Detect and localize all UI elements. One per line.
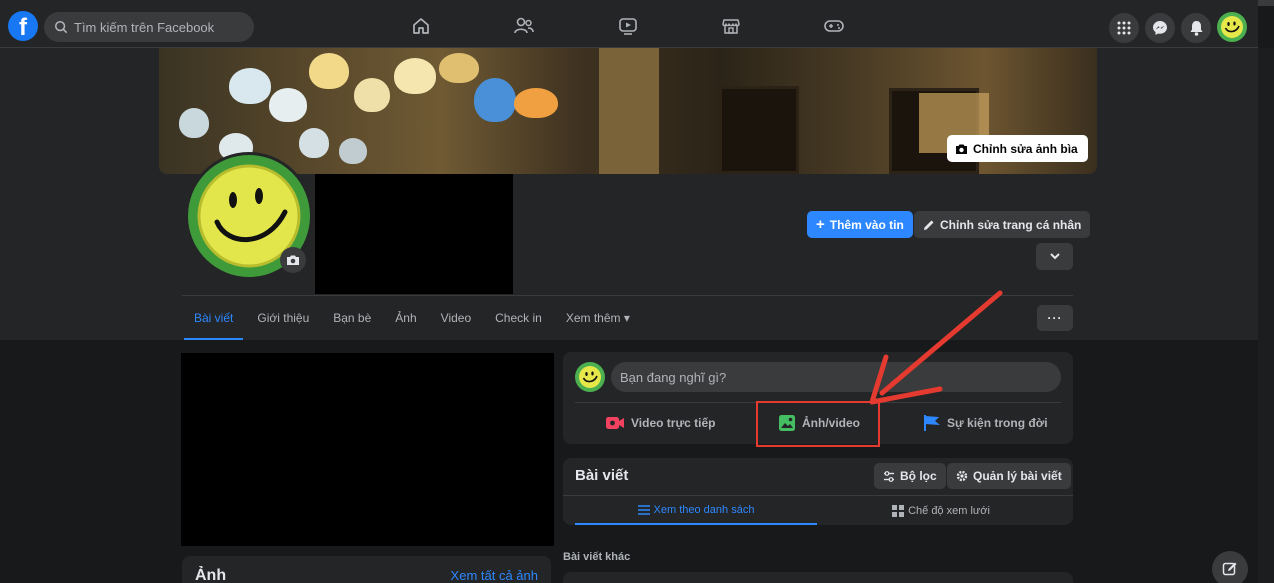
smiley-avatar-icon xyxy=(579,366,601,388)
photos-card-title: Ảnh xyxy=(195,567,227,583)
profile-tabs: Bài viết Giới thiệu Bạn bè Ảnh Video Che… xyxy=(182,296,642,340)
marketplace-icon[interactable] xyxy=(719,14,743,38)
more-options-button[interactable]: ··· xyxy=(1037,305,1073,331)
wall-light xyxy=(599,48,659,174)
menu-grid-icon[interactable] xyxy=(1109,13,1139,43)
tab-about[interactable]: Giới thiệu xyxy=(245,296,321,340)
tab-posts[interactable]: Bài viết xyxy=(182,296,245,340)
grid-view-label: Chế độ xem lưới xyxy=(908,504,990,517)
pencil-icon xyxy=(924,220,934,230)
edit-cover-label: Chỉnh sửa ảnh bìa xyxy=(973,141,1078,156)
filter-button[interactable]: Bộ lọc xyxy=(874,463,946,489)
other-posts-heading: Bài viết khác xyxy=(563,551,631,563)
account-avatar[interactable] xyxy=(1217,12,1247,42)
plus-icon: + xyxy=(816,216,825,233)
ellipsis-icon: ··· xyxy=(1047,311,1063,325)
lantern xyxy=(269,88,307,122)
edit-cover-photo-button[interactable]: Chỉnh sửa ảnh bìa xyxy=(947,135,1088,162)
watch-icon[interactable] xyxy=(616,14,640,38)
lantern xyxy=(339,138,367,164)
lantern xyxy=(229,68,271,104)
home-icon[interactable] xyxy=(409,14,433,38)
posts-section: Bài viết Bộ lọc Quản lý bài viết Xem the… xyxy=(563,458,1073,525)
camera-icon xyxy=(287,255,299,265)
notifications-icon[interactable] xyxy=(1181,13,1211,43)
friends-icon[interactable] xyxy=(512,14,536,38)
list-view-tab[interactable]: Xem theo danh sách xyxy=(575,496,817,525)
lantern xyxy=(179,108,209,138)
life-event-button[interactable]: Sự kiện trong đời xyxy=(923,408,1048,438)
grid-view-tab[interactable]: Chế độ xem lưới xyxy=(821,496,1061,525)
list-icon xyxy=(637,504,650,515)
camera-icon xyxy=(956,144,967,154)
live-video-icon xyxy=(606,417,624,429)
lantern xyxy=(514,88,558,118)
new-message-button[interactable] xyxy=(1212,551,1248,583)
live-video-button[interactable]: Video trực tiếp xyxy=(605,408,716,438)
other-posts-card xyxy=(563,572,1073,583)
filter-sliders-icon xyxy=(884,470,894,482)
annotation-arrow-icon xyxy=(869,290,1003,405)
list-view-label: Xem theo danh sách xyxy=(653,503,755,516)
facebook-logo[interactable]: f xyxy=(8,11,38,41)
search-icon xyxy=(54,20,68,34)
manage-posts-button[interactable]: Quản lý bài viết xyxy=(947,463,1071,489)
grid-icon xyxy=(892,504,905,517)
lantern xyxy=(474,78,516,122)
add-to-story-button[interactable]: + Thêm vào tin xyxy=(807,211,913,238)
photos-card: Ảnh Xem tất cả ảnh xyxy=(182,556,551,583)
scrollbar-track[interactable] xyxy=(1258,48,1274,583)
lantern xyxy=(439,53,479,83)
edit-profile-label: Chỉnh sửa trang cá nhân xyxy=(940,217,1082,232)
profile-options-dropdown[interactable] xyxy=(1036,243,1073,270)
tab-photos[interactable]: Ảnh xyxy=(383,296,428,340)
top-navigation-bar: f xyxy=(0,0,1258,48)
lantern xyxy=(299,128,329,158)
add-to-story-label: Thêm vào tin xyxy=(829,217,904,232)
posts-section-title: Bài viết xyxy=(575,467,629,484)
manage-posts-label: Quản lý bài viết xyxy=(973,469,1062,483)
compose-icon xyxy=(1222,562,1237,576)
see-all-photos-link[interactable]: Xem tất cả ảnh xyxy=(451,568,538,583)
lantern xyxy=(394,58,436,94)
search-bar[interactable] xyxy=(44,12,254,42)
smiley-avatar-icon xyxy=(1221,16,1243,38)
life-event-label: Sự kiện trong đời xyxy=(947,416,1048,430)
composer-avatar[interactable] xyxy=(575,362,605,392)
gear-icon xyxy=(956,470,968,482)
redacted-profile-name xyxy=(315,174,513,294)
filter-label: Bộ lọc xyxy=(900,469,937,483)
edit-profile-button[interactable]: Chỉnh sửa trang cá nhân xyxy=(914,211,1091,238)
live-video-label: Video trực tiếp xyxy=(631,416,716,430)
update-profile-picture-button[interactable] xyxy=(280,247,306,273)
tab-videos[interactable]: Video xyxy=(429,296,483,340)
lantern xyxy=(354,78,390,112)
tab-see-more[interactable]: Xem thêm ▾ xyxy=(554,296,642,340)
gaming-icon[interactable] xyxy=(822,14,846,38)
redacted-intro-card xyxy=(181,353,554,546)
lantern xyxy=(309,53,349,89)
life-event-flag-icon xyxy=(924,415,940,431)
tab-friends[interactable]: Bạn bè xyxy=(321,296,383,340)
tab-check-ins[interactable]: Check in xyxy=(483,296,554,340)
chevron-down-icon xyxy=(1049,253,1060,260)
search-input[interactable] xyxy=(74,19,244,35)
window-shape xyxy=(719,86,799,174)
messenger-icon[interactable] xyxy=(1145,13,1175,43)
